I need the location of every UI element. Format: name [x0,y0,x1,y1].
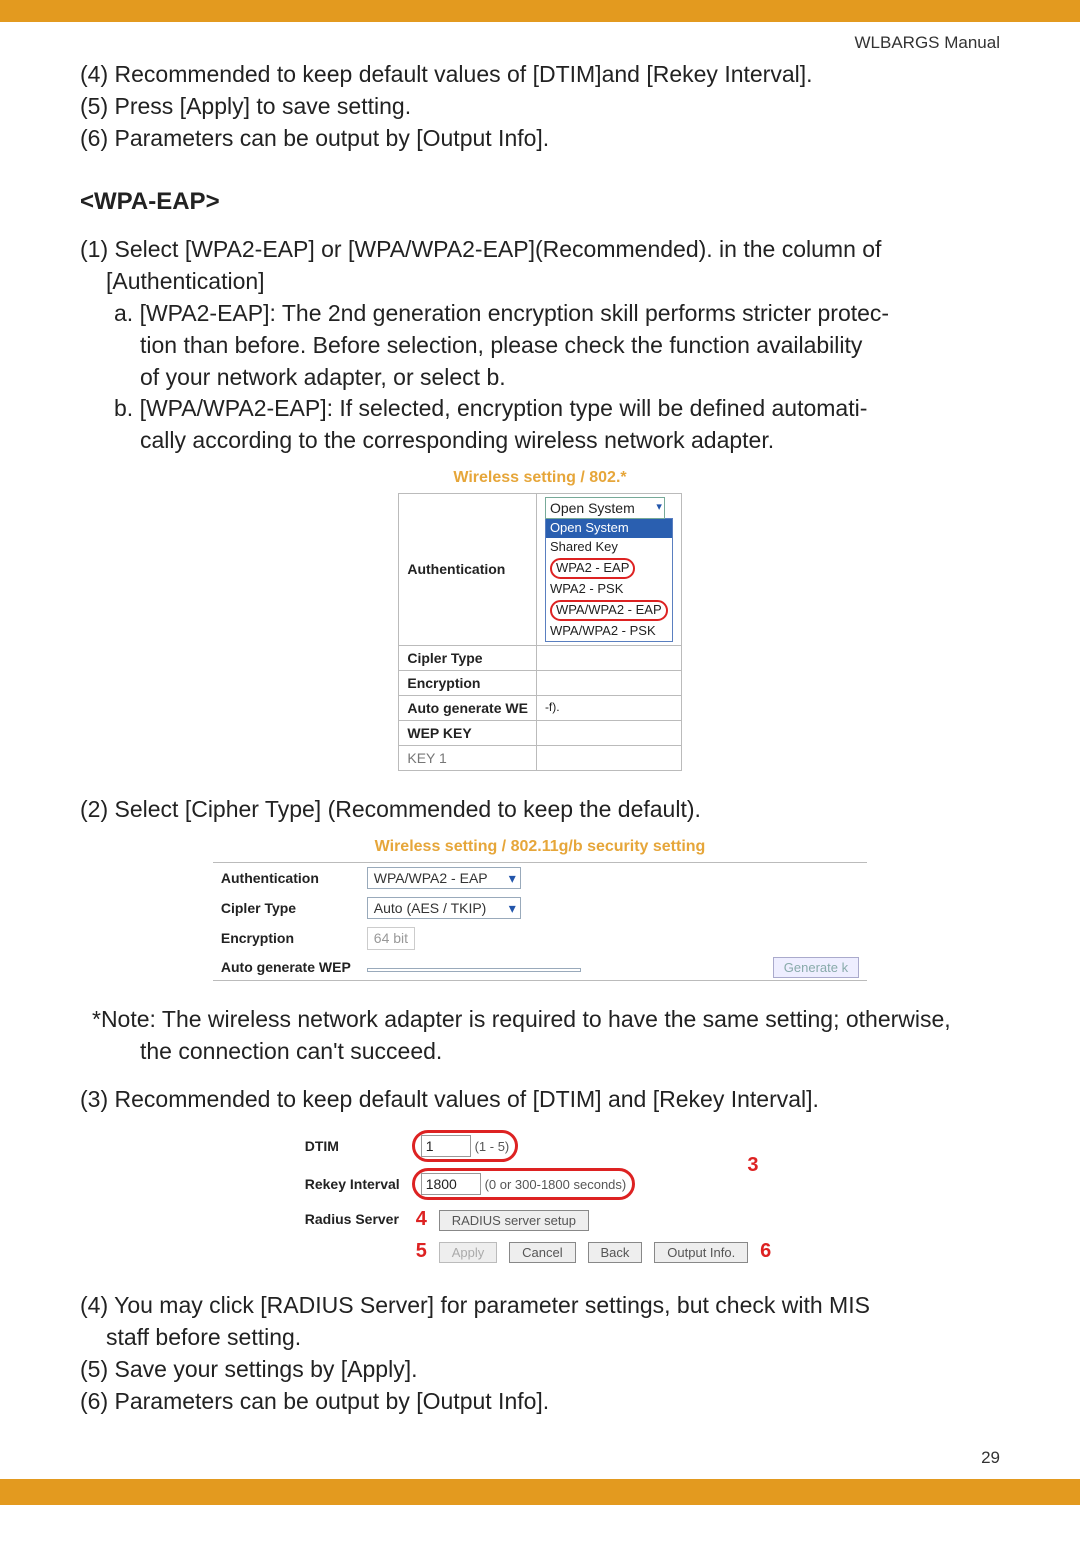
opt-open-system[interactable]: Open System [546,519,672,538]
fig1-enc-label: Encryption [399,670,537,695]
highlight-rekey-row: 1800 (0 or 300-1800 seconds) [412,1168,636,1200]
bottom-orange-bar [0,1483,1080,1505]
fig2-enc-label: Encryption [213,923,359,953]
chevron-down-icon: ▾ [656,500,662,514]
section-heading-wpa-eap: <WPA-EAP> [80,186,1000,217]
step3-block: (3) Recommended to keep default values o… [80,1085,1000,1115]
fig1-auth-label: Authentication [399,493,537,645]
step1-block: (1) Select [WPA2-EAP] or [WPA/WPA2-EAP](… [80,235,1000,456]
opt-wpa2-psk[interactable]: WPA2 - PSK [546,580,672,599]
fig1-title: Wireless setting / 802.* [80,468,1000,489]
fig3-radius-label: Radius Server [299,1203,406,1235]
cancel-button[interactable]: Cancel [509,1242,575,1263]
opt-wpa-wpa2-eap[interactable]: WPA/WPA2 - EAP [546,599,672,622]
figure-dtim-rekey: DTIM 1 (1 - 5) 3 Rekey Interval 1800 [80,1127,1000,1275]
fig2-cipher-label: Cipler Type [213,893,359,923]
step1-a1: a. [WPA2-EAP]: The 2nd generation encryp… [80,299,1000,329]
chevron-down-icon: ▾ [509,899,516,917]
fig2-auth-label: Authentication [213,863,359,893]
step1-b2: cally according to the corresponding wir… [80,426,1000,456]
fig1-auth-dropdown[interactable]: Open System Shared Key WPA2 - EAP WPA2 -… [545,518,673,641]
figure-auth-dropdown: Wireless setting / 802.* Authentication … [80,468,1000,779]
fig1-wepkey-label: WEP KEY [399,721,537,746]
fig1-autogen-label: Auto generate WE [399,695,537,720]
opt-wpa2-eap[interactable]: WPA2 - EAP [546,557,672,580]
step1-b1: b. [WPA/WPA2-EAP]: If selected, encrypti… [80,394,1000,424]
fig2-auth-select[interactable]: WPA/WPA2 - EAP ▾ [367,867,521,889]
chevron-down-icon: ▾ [509,869,516,887]
fig1-cipher-label: Cipler Type [399,645,537,670]
generate-button[interactable]: Generate k [773,957,859,978]
fig3-rekey-label: Rekey Interval [299,1165,406,1203]
intro-4: (4) Recommended to keep default values o… [80,60,1000,90]
step1-line2: [Authentication] [80,267,1000,297]
back-button[interactable]: Back [588,1242,643,1263]
callout-5: 5 [412,1240,431,1262]
intro-5: (5) Press [Apply] to save setting. [80,92,1000,122]
note-line2: the connection can't succeed. [80,1037,1000,1067]
fig2-title: Wireless setting / 802.11g/b security se… [80,837,1000,858]
step1-line1: (1) Select [WPA2-EAP] or [WPA/WPA2-EAP](… [80,235,1000,265]
tail-block: (4) You may click [RADIUS Server] for pa… [80,1291,1000,1417]
intro-6: (6) Parameters can be output by [Output … [80,124,1000,154]
fig1-key1-label: KEY 1 [399,746,537,771]
fig2-autogen-input[interactable] [367,968,581,972]
top-orange-bar [0,0,1080,22]
fig2-autogen-label: Auto generate WEP [213,954,359,981]
page-body: WLBARGS Manual (4) Recommended to keep d… [0,22,1080,1479]
tail-4b: staff before setting. [80,1323,1000,1353]
dtim-input[interactable]: 1 [421,1135,471,1157]
step1-a2: tion than before. Before selection, plea… [80,331,1000,361]
output-info-button[interactable]: Output Info. [654,1242,748,1263]
rekey-range: (0 or 300-1800 seconds) [485,1177,627,1192]
note-block: *Note: The wireless network adapter is r… [80,1005,1000,1067]
manual-title: WLBARGS Manual [80,32,1000,54]
opt-shared-key[interactable]: Shared Key [546,538,672,557]
page-number: 29 [80,1447,1000,1469]
fig1-auth-value: Open System [550,500,635,516]
tail-5: (5) Save your settings by [Apply]. [80,1355,1000,1385]
callout-4: 4 [412,1208,431,1230]
apply-button[interactable]: Apply [439,1242,498,1263]
highlight-wpa-wpa2-eap: WPA/WPA2 - EAP [550,600,668,621]
fig2-auth-value: WPA/WPA2 - EAP [374,870,488,886]
fig2-cipher-value: Auto (AES / TKIP) [374,900,487,916]
step1-a3: of your network adapter, or select b. [80,363,1000,393]
tail-6: (6) Parameters can be output by [Output … [80,1387,1000,1417]
opt-wpa-wpa2-psk[interactable]: WPA/WPA2 - PSK [546,622,672,641]
figure-cipher-type: Wireless setting / 802.11g/b security se… [80,837,1000,989]
step2-text: (2) Select [Cipher Type] (Recommended to… [80,795,1000,825]
fig2-cipher-select[interactable]: Auto (AES / TKIP) ▾ [367,897,521,919]
note-line1: *Note: The wireless network adapter is r… [80,1005,1000,1035]
rekey-input[interactable]: 1800 [421,1173,481,1195]
radius-setup-button[interactable]: RADIUS server setup [439,1210,589,1231]
fig2-enc-select: 64 bit [367,927,415,949]
highlight-dtim-row: 1 (1 - 5) [412,1130,519,1162]
callout-6: 6 [756,1240,775,1262]
tail-4a: (4) You may click [RADIUS Server] for pa… [80,1291,1000,1321]
highlight-wpa2-eap: WPA2 - EAP [550,558,635,579]
fig3-dtim-label: DTIM [299,1127,406,1165]
step3-text: (3) Recommended to keep default values o… [80,1085,1000,1115]
callout-3: 3 [743,1154,762,1176]
dtim-range: (1 - 5) [475,1139,510,1154]
fig1-suffix: -f). [536,695,681,720]
step2-block: (2) Select [Cipher Type] (Recommended to… [80,795,1000,825]
fig1-auth-select[interactable]: Open System ▾ [545,497,665,519]
intro-list: (4) Recommended to keep default values o… [80,60,1000,154]
